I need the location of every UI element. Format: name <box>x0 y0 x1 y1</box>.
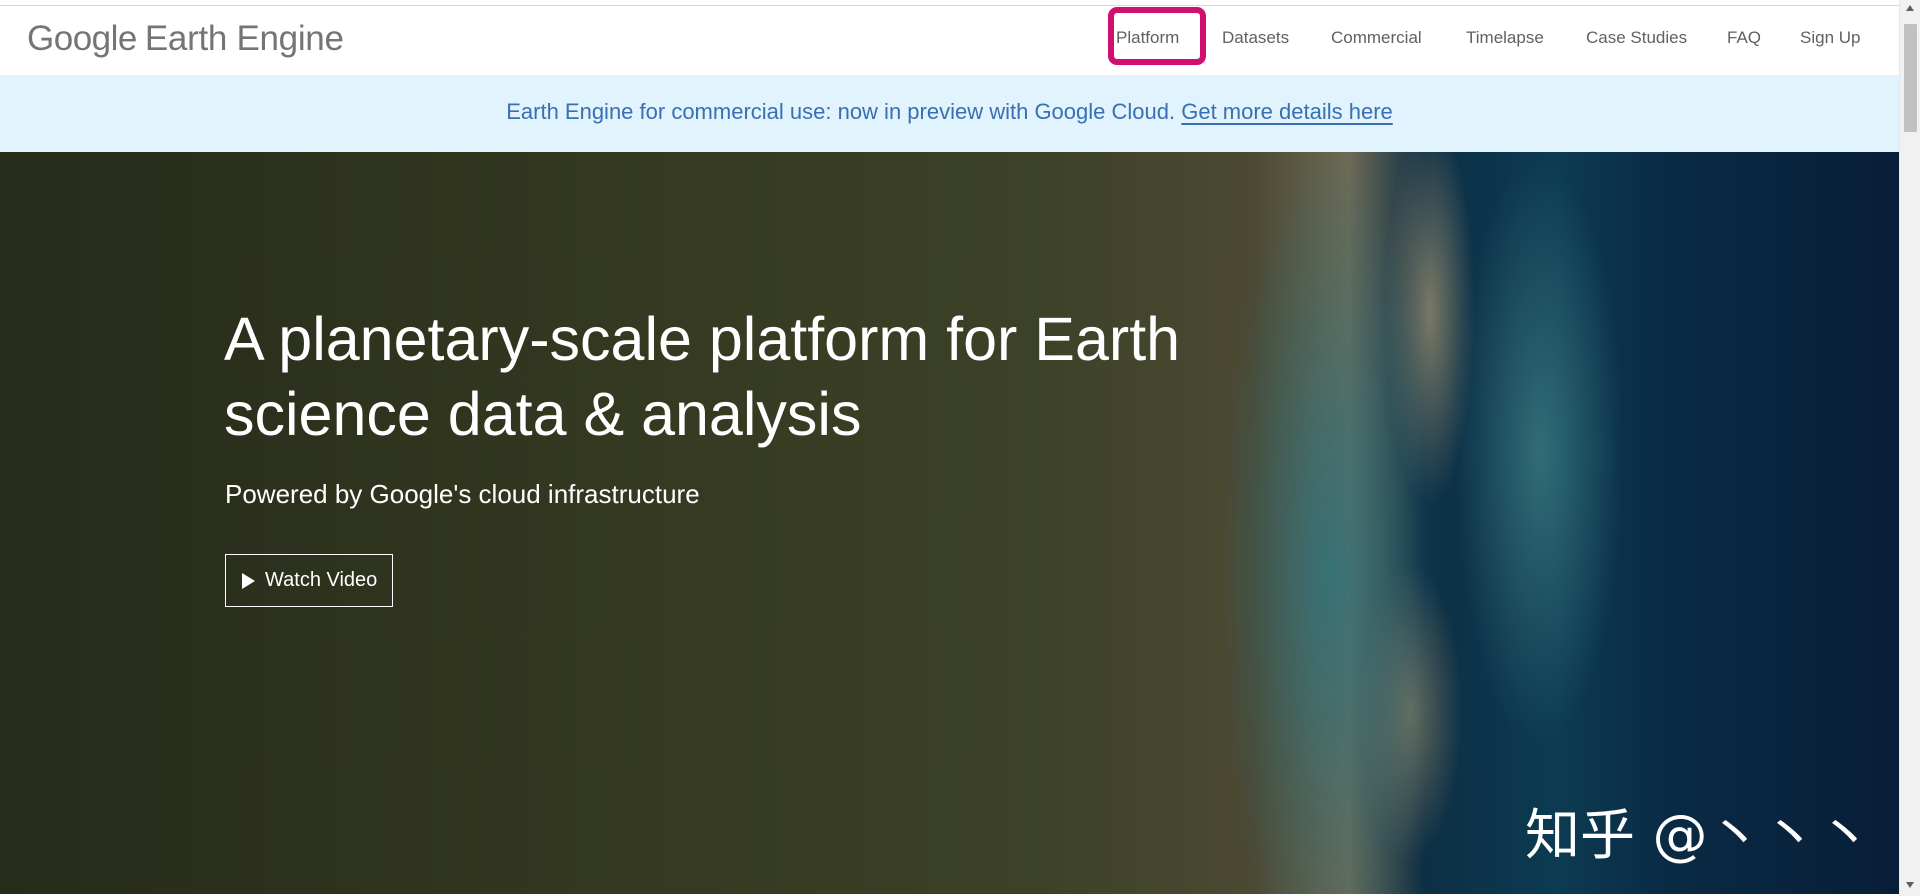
watch-video-label: Watch Video <box>265 569 378 591</box>
hero-title-line-2: science data & analysis <box>224 380 862 448</box>
nav-faq[interactable]: FAQ <box>1727 28 1761 48</box>
platform-highlight-annotation <box>1108 7 1206 65</box>
commercial-banner: Earth Engine for commercial use: now in … <box>0 75 1899 152</box>
hero-subtitle: Powered by Google's cloud infrastructure <box>225 479 700 509</box>
banner-text: Earth Engine for commercial use: now in … <box>506 99 1176 124</box>
zhihu-watermark: 知乎 @丶丶丶 <box>1525 803 1873 867</box>
banner-details-link[interactable]: Get more details here <box>1181 99 1393 124</box>
site-header: Google Earth Engine Platform Datasets Co… <box>0 6 1899 75</box>
hero-overlay <box>0 152 1899 896</box>
nav-commercial[interactable]: Commercial <box>1331 28 1422 48</box>
scrollbar-thumb[interactable] <box>1904 24 1917 132</box>
play-icon <box>242 572 255 589</box>
vertical-scrollbar[interactable] <box>1899 0 1920 896</box>
logo-brand: Google <box>27 19 137 58</box>
google-earth-engine-logo[interactable]: Google Earth Engine <box>27 19 344 59</box>
banner-message: Earth Engine for commercial use: now in … <box>0 99 1899 125</box>
watch-video-button[interactable]: Watch Video <box>225 554 393 607</box>
nav-timelapse[interactable]: Timelapse <box>1466 28 1544 48</box>
nav-datasets[interactable]: Datasets <box>1222 28 1289 48</box>
scroll-up-arrow-icon[interactable] <box>1906 5 1914 11</box>
nav-case-studies[interactable]: Case Studies <box>1586 28 1687 48</box>
nav-sign-up[interactable]: Sign Up <box>1800 28 1860 48</box>
hero-title-line-1: A planetary-scale platform for Earth <box>224 305 1181 373</box>
hero-title: A planetary-scale platform for Earth sci… <box>224 302 1224 452</box>
hero-satellite-image: A planetary-scale platform for Earth sci… <box>0 152 1899 896</box>
logo-product: Earth Engine <box>144 19 344 58</box>
scroll-down-arrow-icon[interactable] <box>1906 882 1914 888</box>
